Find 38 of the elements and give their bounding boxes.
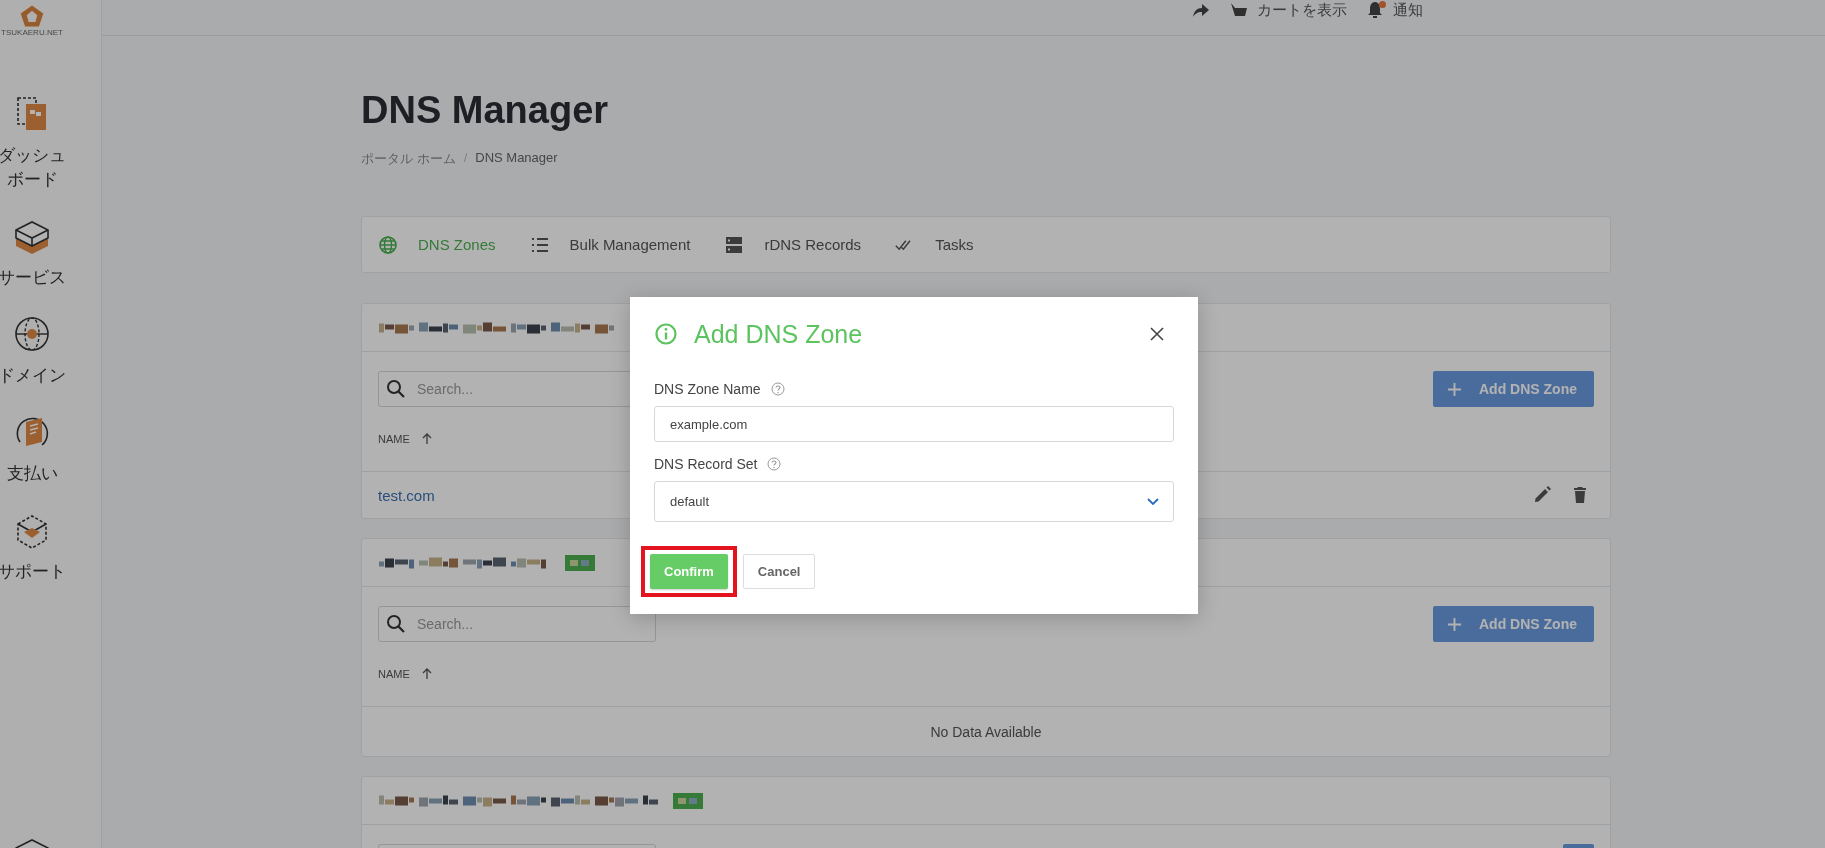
empty-message: No Data Available	[930, 723, 1042, 740]
sidebar-label[interactable]: ダッシュボード	[0, 144, 66, 192]
modal-title: Add DNS Zone	[694, 319, 864, 349]
tab[interactable]: rDNS Records	[724, 228, 862, 261]
search-icon	[386, 614, 406, 634]
logo-icon[interactable]	[19, 4, 45, 28]
header-link[interactable]: カートを表示	[1257, 0, 1347, 20]
breadcrumb-current: DNS Manager	[475, 150, 558, 167]
edit-icon[interactable]	[1532, 485, 1552, 505]
close-icon[interactable]	[1150, 327, 1164, 341]
chevron-down-icon	[1147, 497, 1159, 506]
logo-text: TSUKAERU.NET	[1, 28, 63, 37]
sort-up-icon[interactable]	[421, 433, 432, 445]
cancel-button[interactable]: Cancel	[742, 554, 816, 589]
globe-icon[interactable]	[12, 314, 52, 354]
sidebar-label[interactable]: ドメイン	[0, 364, 66, 388]
sidebar-label[interactable]: 支払い	[0, 462, 66, 486]
server-icon	[724, 234, 745, 255]
breadcrumb-separator: /	[463, 150, 468, 167]
zone-name-input[interactable]: example.com	[654, 406, 1174, 442]
tab[interactable]: Tasks	[895, 228, 974, 261]
column-header[interactable]: NAME	[378, 668, 410, 680]
plus-icon	[1447, 616, 1462, 632]
plus-icon	[1447, 381, 1462, 397]
globe-icon	[378, 234, 398, 255]
info-icon	[654, 322, 678, 346]
record-set-dropdown[interactable]: default	[654, 481, 1174, 522]
sort-up-icon[interactable]	[421, 668, 432, 680]
column-header[interactable]: NAME	[378, 433, 410, 445]
page-title: DNS Manager	[361, 88, 610, 132]
search-field[interactable]: Search...	[378, 606, 656, 642]
field-label: DNS Zone Name	[654, 381, 761, 397]
header-link[interactable]: 通知	[1393, 0, 1423, 20]
tab[interactable]: Bulk Management	[529, 228, 691, 261]
search-icon	[386, 379, 406, 399]
breadcrumb-link[interactable]: ポータル ホーム	[361, 150, 456, 168]
zone-link[interactable]: test.com	[378, 486, 435, 504]
field-label: DNS Record Set	[654, 456, 758, 472]
